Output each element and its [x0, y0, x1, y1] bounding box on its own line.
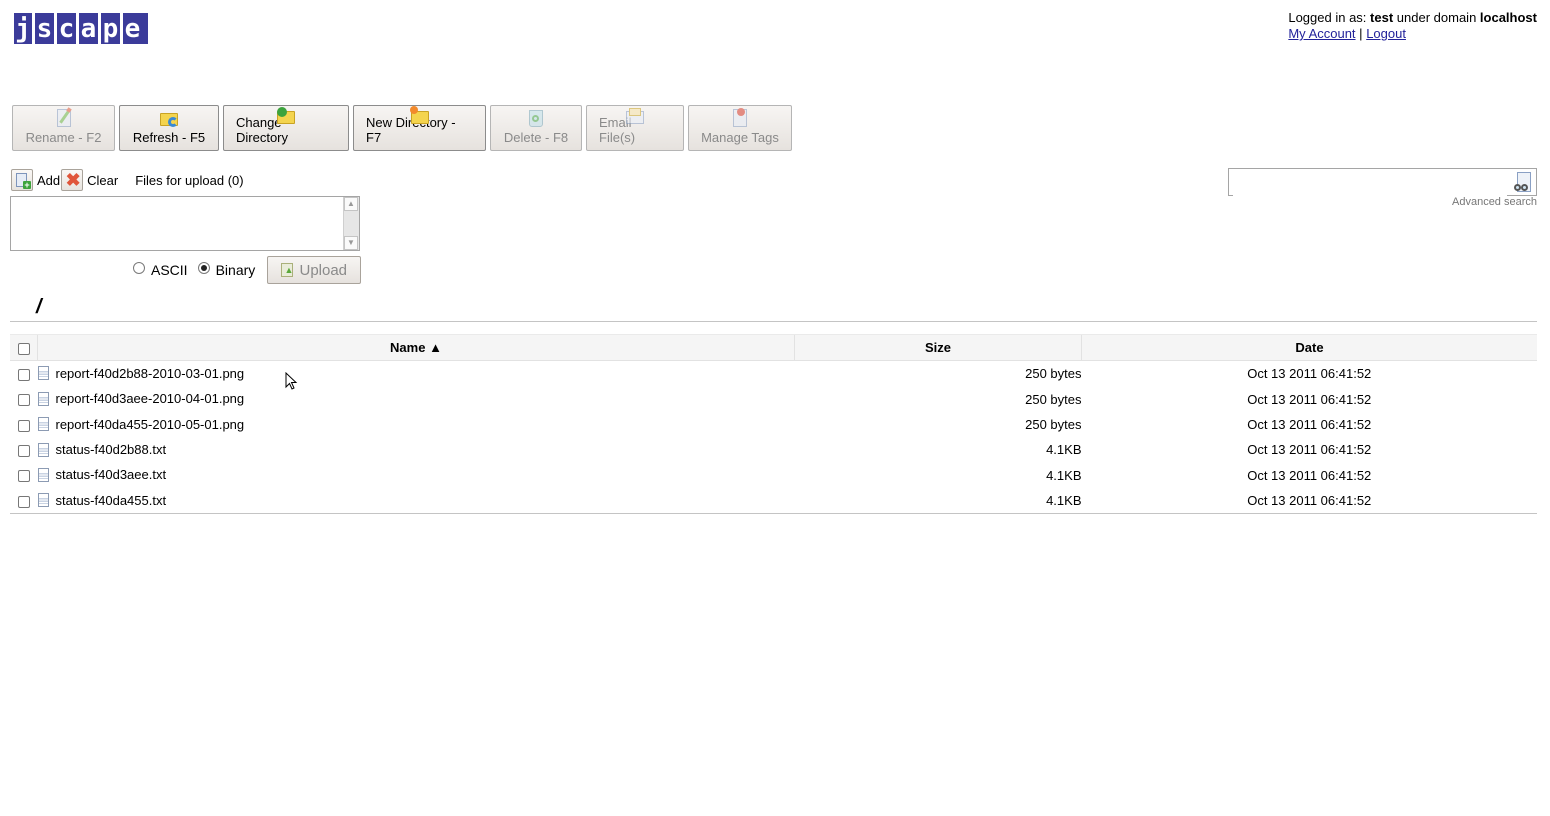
change-directory-button[interactable]: Change Directory	[223, 105, 349, 151]
file-name[interactable]: report-f40d2b88-2010-03-01.png	[56, 366, 245, 381]
file-name[interactable]: report-f40d3aee-2010-04-01.png	[56, 391, 245, 406]
clear-button[interactable]: ✖	[61, 169, 84, 191]
binary-radio[interactable]	[197, 262, 210, 274]
table-header: Name ▲ Size Date	[10, 334, 1537, 361]
file-name[interactable]: status-f40da455.txt	[56, 493, 167, 508]
ascii-radio[interactable]	[133, 262, 145, 274]
transfer-mode: ASCII Binary ▲ Upload	[133, 256, 362, 284]
table-row[interactable]: report-f40d2b88-2010-03-01.png 250 bytes…	[10, 361, 1537, 387]
file-icon	[37, 366, 49, 381]
files-for-upload-count: Files for upload (0)	[135, 172, 244, 188]
advanced-search-link[interactable]: Advanced search	[1452, 196, 1537, 208]
logout-link[interactable]: Logout	[1366, 26, 1406, 41]
logo-letter: a	[79, 13, 101, 44]
table-row[interactable]: report-f40da455-2010-05-01.png 250 bytes…	[10, 412, 1537, 437]
row-checkbox[interactable]	[17, 470, 30, 483]
upload-controls: + Add ✖ Clear Files for upload (0)	[11, 169, 244, 191]
file-table: Name ▲ Size Date report-f40d2b88-2010-03…	[10, 334, 1537, 515]
app-logo: j s c a p e	[14, 13, 148, 44]
file-date: Oct 13 2011 06:41:52	[1247, 416, 1372, 432]
binary-label: Binary	[215, 262, 256, 278]
upload-list-scrollbar[interactable]: ▲ ▼	[343, 197, 359, 250]
row-checkbox[interactable]	[17, 368, 30, 381]
file-size: 250 bytes	[1025, 391, 1082, 407]
toolbar: Rename - F2 Refresh - F5 Change Director…	[12, 105, 792, 151]
row-checkbox[interactable]	[17, 419, 30, 432]
divider	[10, 321, 1537, 322]
file-icon	[37, 417, 49, 432]
column-header-size[interactable]: Size	[794, 334, 1082, 361]
login-status: Logged in as: test under domain localhos…	[1288, 10, 1537, 25]
upload-icon: ▲	[281, 263, 294, 277]
domain-name: localhost	[1479, 10, 1537, 25]
row-checkbox[interactable]	[17, 444, 30, 457]
file-name[interactable]: report-f40da455-2010-05-01.png	[56, 417, 245, 432]
logo-letter: p	[101, 13, 123, 44]
file-name[interactable]: status-f40d3aee.txt	[56, 467, 167, 482]
refresh-icon	[159, 108, 179, 128]
file-date: Oct 13 2011 06:41:52	[1247, 391, 1372, 407]
delete-button[interactable]: Delete - F8	[490, 105, 582, 151]
upload-file-list[interactable]: ▲ ▼	[10, 196, 360, 251]
clear-label[interactable]: Clear	[87, 173, 118, 188]
add-file-label[interactable]: Add	[37, 173, 60, 188]
row-checkbox[interactable]	[17, 394, 30, 407]
search-input[interactable]	[1233, 170, 1507, 196]
recycle-bin-icon	[526, 108, 546, 128]
my-account-link[interactable]: My Account	[1288, 26, 1355, 41]
rename-button[interactable]: Rename - F2	[12, 105, 115, 151]
scroll-up-icon[interactable]: ▲	[344, 197, 358, 211]
account-info: Logged in as: test under domain localhos…	[1288, 10, 1537, 42]
logo-letter: e	[124, 13, 141, 44]
mouse-pointer-icon	[285, 372, 298, 390]
column-header-name[interactable]: Name ▲	[37, 334, 795, 361]
ascii-label: ASCII	[151, 262, 188, 278]
file-date: Oct 13 2011 06:41:52	[1247, 366, 1372, 382]
search-icon[interactable]	[1514, 172, 1532, 194]
logo-letter: j	[14, 13, 35, 44]
new-directory-button[interactable]: New Directory - F7	[353, 105, 486, 151]
link-separator: |	[1359, 26, 1363, 41]
tag-pin-icon	[730, 108, 750, 128]
file-size: 250 bytes	[1025, 416, 1082, 432]
logo-letter: c	[57, 13, 79, 44]
file-icon	[37, 391, 49, 406]
add-file-button[interactable]: +	[11, 169, 33, 191]
new-folder-icon	[409, 106, 430, 124]
file-icon	[37, 493, 49, 508]
upload-button[interactable]: ▲ Upload	[267, 256, 362, 284]
file-date: Oct 13 2011 06:41:52	[1247, 467, 1372, 483]
file-date: Oct 13 2011 06:41:52	[1081, 487, 1537, 515]
clear-icon: ✖	[65, 170, 81, 190]
file-size: 4.1KB	[1046, 467, 1082, 483]
file-size: 4.1KB	[794, 487, 1082, 515]
scroll-down-icon[interactable]: ▼	[344, 236, 358, 250]
select-all-checkbox[interactable]	[17, 342, 30, 355]
select-all-cell	[10, 334, 38, 361]
email-files-button[interactable]: Email File(s)	[586, 105, 684, 151]
current-path: /	[36, 296, 42, 318]
file-name[interactable]: status-f40d2b88.txt	[56, 442, 167, 457]
logo-letter: s	[35, 13, 57, 44]
username: test	[1370, 10, 1394, 25]
refresh-button[interactable]: Refresh - F5	[119, 105, 219, 151]
search-field[interactable]	[1228, 168, 1537, 196]
row-checkbox[interactable]	[17, 495, 30, 508]
file-date: Oct 13 2011 06:41:52	[1247, 442, 1372, 458]
file-icon	[37, 468, 49, 483]
table-row[interactable]: status-f40d2b88.txt 4.1KB Oct 13 2011 06…	[10, 437, 1537, 462]
manage-tags-button[interactable]: Manage Tags	[688, 105, 792, 151]
file-size: 4.1KB	[1046, 442, 1082, 458]
rename-icon	[54, 107, 74, 128]
file-size: 250 bytes	[1025, 366, 1082, 382]
table-row[interactable]: status-f40da455.txt 4.1KB Oct 13 2011 06…	[10, 487, 1537, 515]
file-icon	[37, 442, 49, 457]
change-directory-icon	[276, 106, 296, 124]
column-header-date[interactable]: Date	[1081, 334, 1537, 361]
table-row[interactable]: report-f40d3aee-2010-04-01.png 250 bytes…	[10, 386, 1537, 411]
table-row[interactable]: status-f40d3aee.txt 4.1KB Oct 13 2011 06…	[10, 463, 1537, 488]
email-icon	[625, 106, 645, 124]
